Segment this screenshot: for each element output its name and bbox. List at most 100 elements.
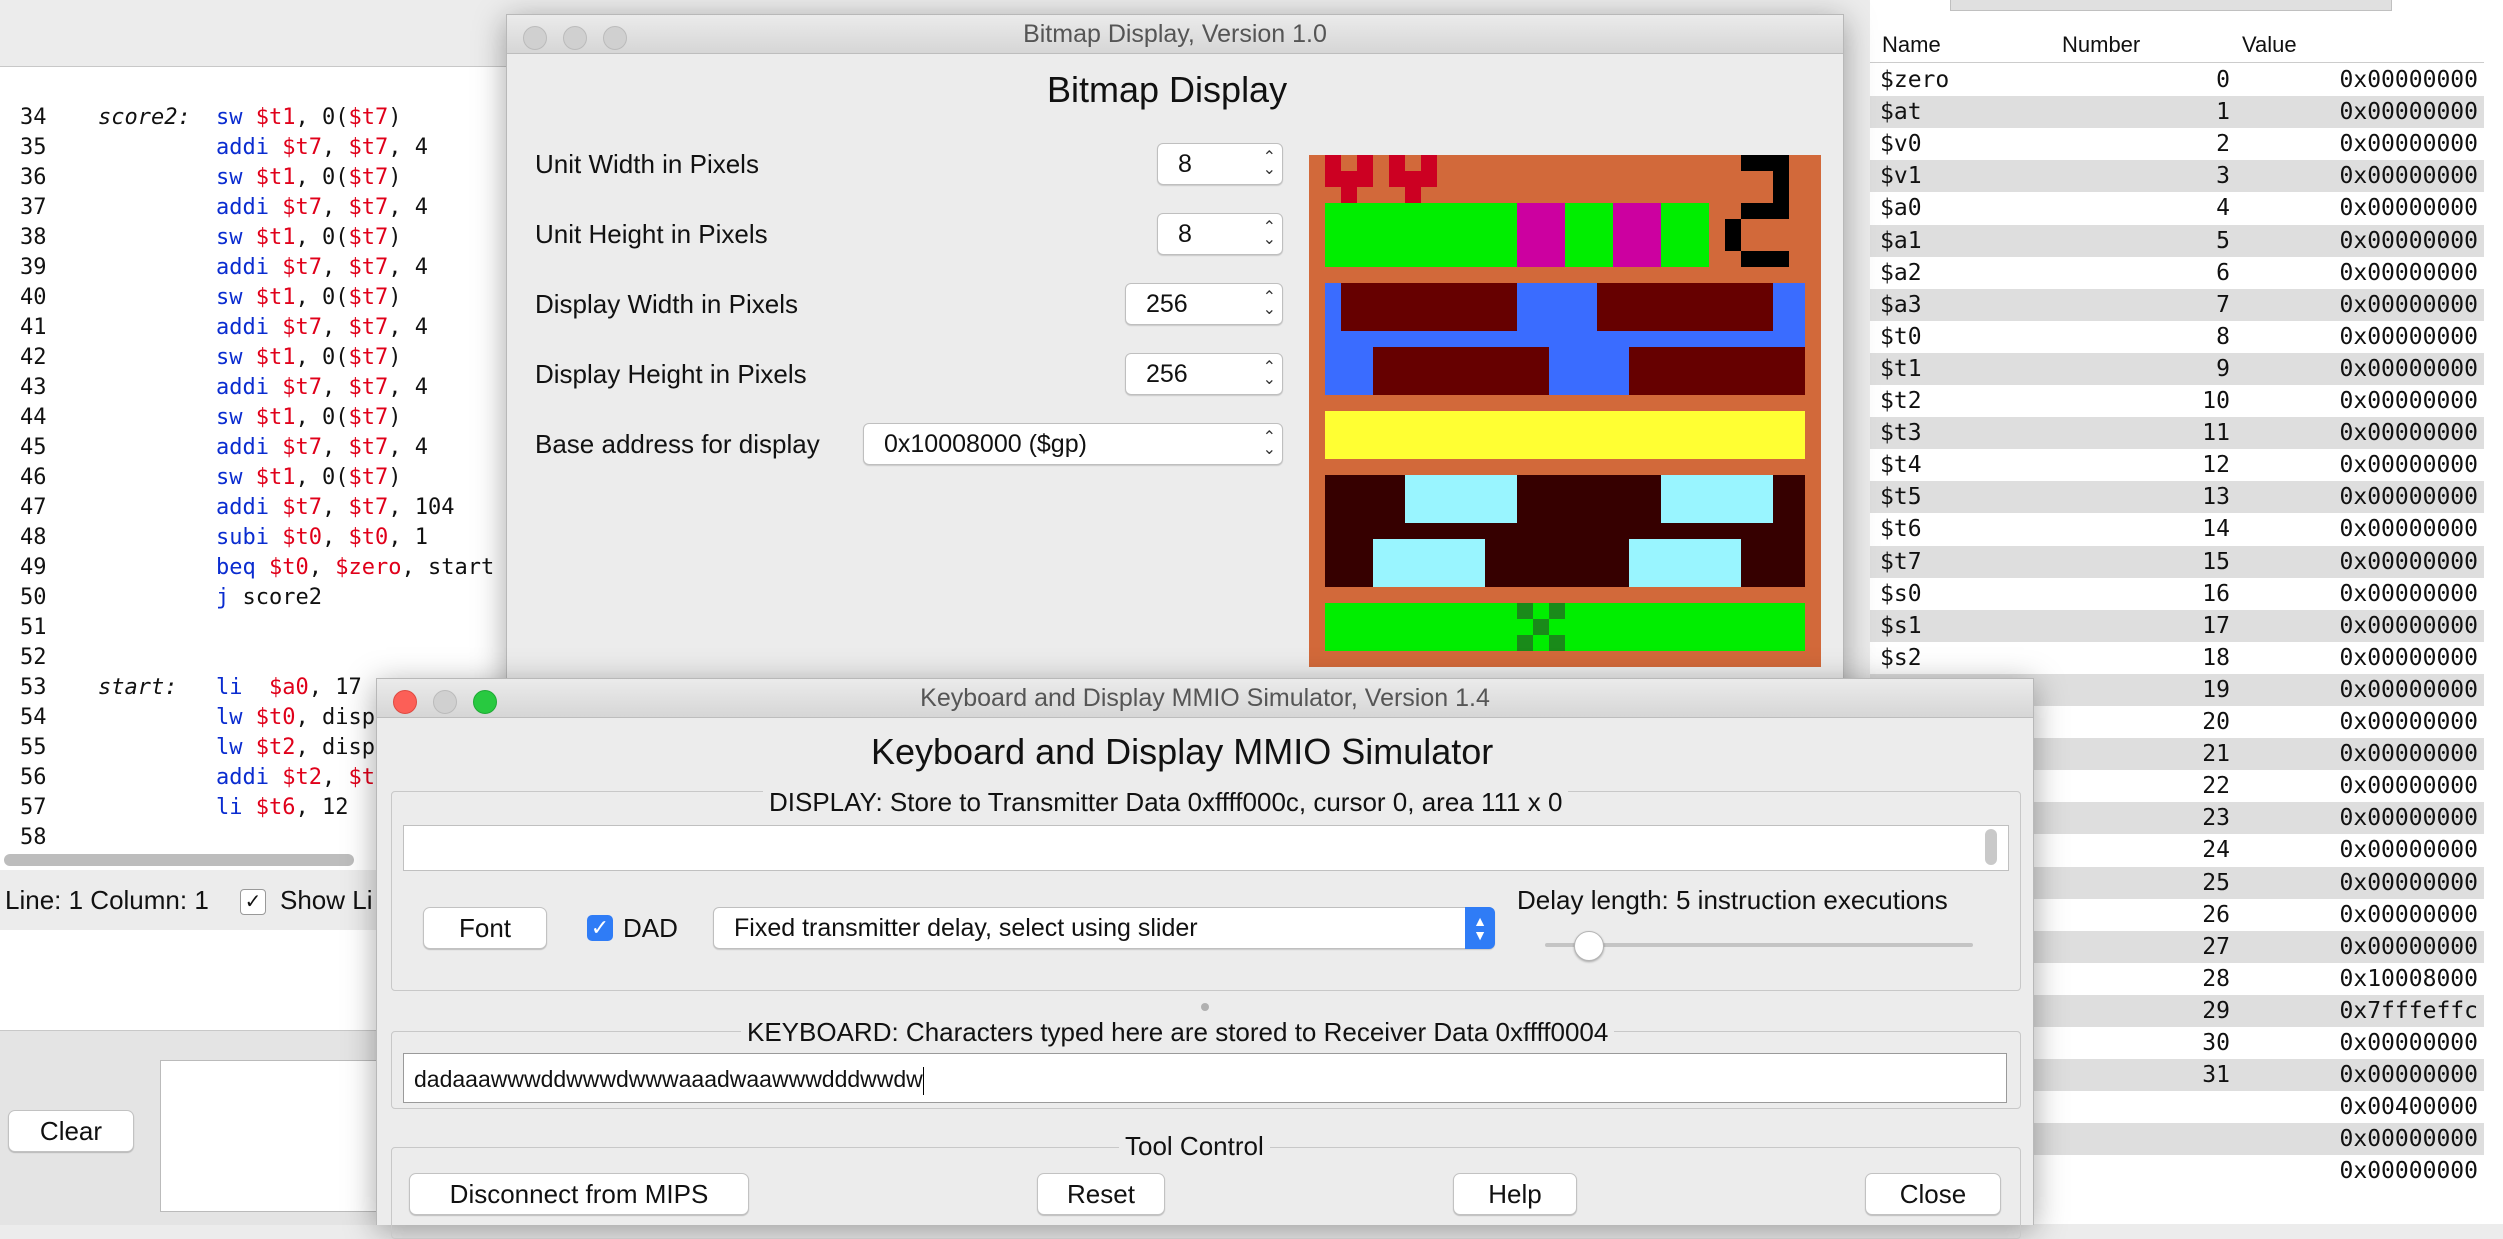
code-line[interactable]: 50 j score2 (0, 583, 322, 613)
delay-mode-select[interactable]: Fixed transmitter delay, select using sl… (713, 907, 1495, 949)
zoom-window-button[interactable] (603, 26, 627, 50)
register-value[interactable]: 0x00000000 (2240, 770, 2478, 802)
register-name: $s2 (1880, 644, 1922, 671)
register-value[interactable]: 0x00000000 (2240, 417, 2478, 449)
code-line[interactable]: 51 (0, 613, 216, 643)
code-line[interactable]: 38 sw $t1, 0($t7) (0, 223, 401, 253)
display-output-area[interactable] (403, 825, 2009, 871)
code-token: $t7 (348, 165, 389, 190)
code-token: , 17 (308, 675, 362, 700)
code-label: start: (98, 675, 178, 700)
register-value[interactable]: 0x00000000 (2240, 192, 2478, 224)
register-value[interactable]: 0x00000000 (2240, 449, 2478, 481)
delay-slider-thumb[interactable] (1573, 931, 1604, 961)
register-row: $at 1 0x00000000 (1870, 96, 2484, 129)
register-value[interactable]: 0x00000000 (2240, 674, 2478, 706)
code-line[interactable]: 45 addi $t7, $t7, 4 (0, 433, 428, 463)
line-number: 45 (20, 435, 47, 460)
register-value[interactable]: 0x00000000 (2240, 1027, 2478, 1059)
display-width-select[interactable]: 256 ⌃ ⌄ (1125, 283, 1283, 325)
minimize-window-button[interactable] (563, 26, 587, 50)
register-value[interactable]: 0x00000000 (2240, 1155, 2478, 1187)
register-value[interactable]: 0x00000000 (2240, 899, 2478, 931)
code-line[interactable]: 58 (0, 823, 216, 853)
register-value[interactable]: 0x00000000 (2240, 160, 2478, 192)
code-token: , start (401, 555, 495, 580)
register-value[interactable]: 0x00000000 (2240, 289, 2478, 321)
code-line[interactable]: 54 lw $t0, displ (0, 703, 388, 733)
display-height-select[interactable]: 256 ⌃ ⌄ (1125, 353, 1283, 395)
register-value[interactable]: 0x00000000 (2240, 321, 2478, 353)
code-line[interactable]: 47 addi $t7, $t7, 104 (0, 493, 454, 523)
code-line[interactable]: 48 subi $t0, $t0, 1 (0, 523, 428, 553)
register-value[interactable]: 0x00000000 (2240, 225, 2478, 257)
register-value[interactable]: 0x00000000 (2240, 610, 2478, 642)
code-line[interactable]: 56 addi $t2, $t2 (0, 763, 388, 793)
unit-height-select[interactable]: 8 ⌃ ⌄ (1157, 213, 1283, 255)
code-token: $t7 (348, 285, 389, 310)
code-line[interactable]: 40 sw $t1, 0($t7) (0, 283, 401, 313)
display-scrollbar[interactable] (1985, 829, 1997, 865)
register-value[interactable]: 0x00000000 (2240, 931, 2478, 963)
register-value[interactable]: 0x00000000 (2240, 1059, 2478, 1091)
base-address-select[interactable]: 0x10008000 ($gp) ⌃ ⌄ (863, 423, 1283, 465)
register-value[interactable]: 0x00000000 (2240, 96, 2478, 128)
code-line[interactable]: 35 addi $t7, $t7, 4 (0, 133, 428, 163)
code-line[interactable]: 43 addi $t7, $t7, 4 (0, 373, 428, 403)
register-value[interactable]: 0x00000000 (2240, 578, 2478, 610)
clear-button[interactable]: Clear (8, 1110, 134, 1152)
code-line[interactable]: 42 sw $t1, 0($t7) (0, 343, 401, 373)
register-value[interactable]: 0x00000000 (2240, 64, 2478, 96)
disconnect-button[interactable]: Disconnect from MIPS (409, 1173, 749, 1215)
register-value[interactable]: 0x00000000 (2240, 546, 2478, 578)
register-value[interactable]: 0x00000000 (2240, 738, 2478, 770)
register-value[interactable]: 0x00000000 (2240, 867, 2478, 899)
dad-checkbox[interactable]: ✓ (587, 915, 613, 941)
close-button[interactable]: Close (1865, 1173, 2001, 1215)
code-line[interactable]: 53 start: li $a0, 17 (0, 673, 362, 703)
register-value[interactable]: 0x00000000 (2240, 706, 2478, 738)
code-line[interactable]: 52 (0, 643, 216, 673)
register-value[interactable]: 0x00000000 (2240, 353, 2478, 385)
code-line[interactable]: 39 addi $t7, $t7, 4 (0, 253, 428, 283)
register-value[interactable]: 0x00000000 (2240, 385, 2478, 417)
code-line[interactable]: 34 score2: sw $t1, 0($t7) (0, 103, 401, 133)
delay-slider-track[interactable] (1545, 943, 1973, 947)
register-number: 26 (2202, 901, 2230, 928)
code-line[interactable]: 46 sw $t1, 0($t7) (0, 463, 401, 493)
register-value[interactable]: 0x00000000 (2240, 834, 2478, 866)
unit-width-select[interactable]: 8 ⌃ ⌄ (1157, 143, 1283, 185)
register-value[interactable]: 0x10008000 (2240, 963, 2478, 995)
register-value[interactable]: 0x00000000 (2240, 1123, 2478, 1155)
font-button[interactable]: Font (423, 907, 547, 949)
code-token: li (216, 795, 256, 820)
code-line[interactable]: 55 lw $t2, displ (0, 733, 388, 763)
register-value[interactable]: 0x00400000 (2240, 1091, 2478, 1123)
code-line[interactable]: 41 addi $t7, $t7, 4 (0, 313, 428, 343)
code-token: ) (388, 465, 402, 490)
register-value[interactable]: 0x00000000 (2240, 642, 2478, 674)
bitmap-titlebar: Bitmap Display, Version 1.0 (507, 15, 1843, 54)
zoom-window-button[interactable] (473, 690, 497, 714)
code-line[interactable]: 36 sw $t1, 0($t7) (0, 163, 401, 193)
code-line[interactable]: 57 li $t6, 12 (0, 793, 348, 823)
editor-hscrollbar[interactable] (4, 854, 354, 866)
close-window-button[interactable] (393, 690, 417, 714)
reset-button[interactable]: Reset (1037, 1173, 1165, 1215)
keyboard-input[interactable]: dadaaawwwddwwwdwwwaaadwaawwwdddwwdw (403, 1053, 2007, 1103)
register-value[interactable]: 0x00000000 (2240, 257, 2478, 289)
code-token: , 4 (388, 375, 428, 400)
code-token: ) (388, 345, 402, 370)
close-window-button[interactable] (523, 26, 547, 50)
help-button[interactable]: Help (1453, 1173, 1577, 1215)
show-line-numbers-checkbox[interactable]: ✓ (240, 889, 266, 915)
register-value[interactable]: 0x7fffeffc (2240, 995, 2478, 1027)
code-line[interactable]: 37 addi $t7, $t7, 4 (0, 193, 428, 223)
register-value[interactable]: 0x00000000 (2240, 802, 2478, 834)
code-line[interactable]: 49 beq $t0, $zero, start (0, 553, 494, 583)
register-value[interactable]: 0x00000000 (2240, 128, 2478, 160)
code-line[interactable]: 44 sw $t1, 0($t7) (0, 403, 401, 433)
register-value[interactable]: 0x00000000 (2240, 481, 2478, 513)
register-value[interactable]: 0x00000000 (2240, 513, 2478, 545)
minimize-window-button[interactable] (433, 690, 457, 714)
